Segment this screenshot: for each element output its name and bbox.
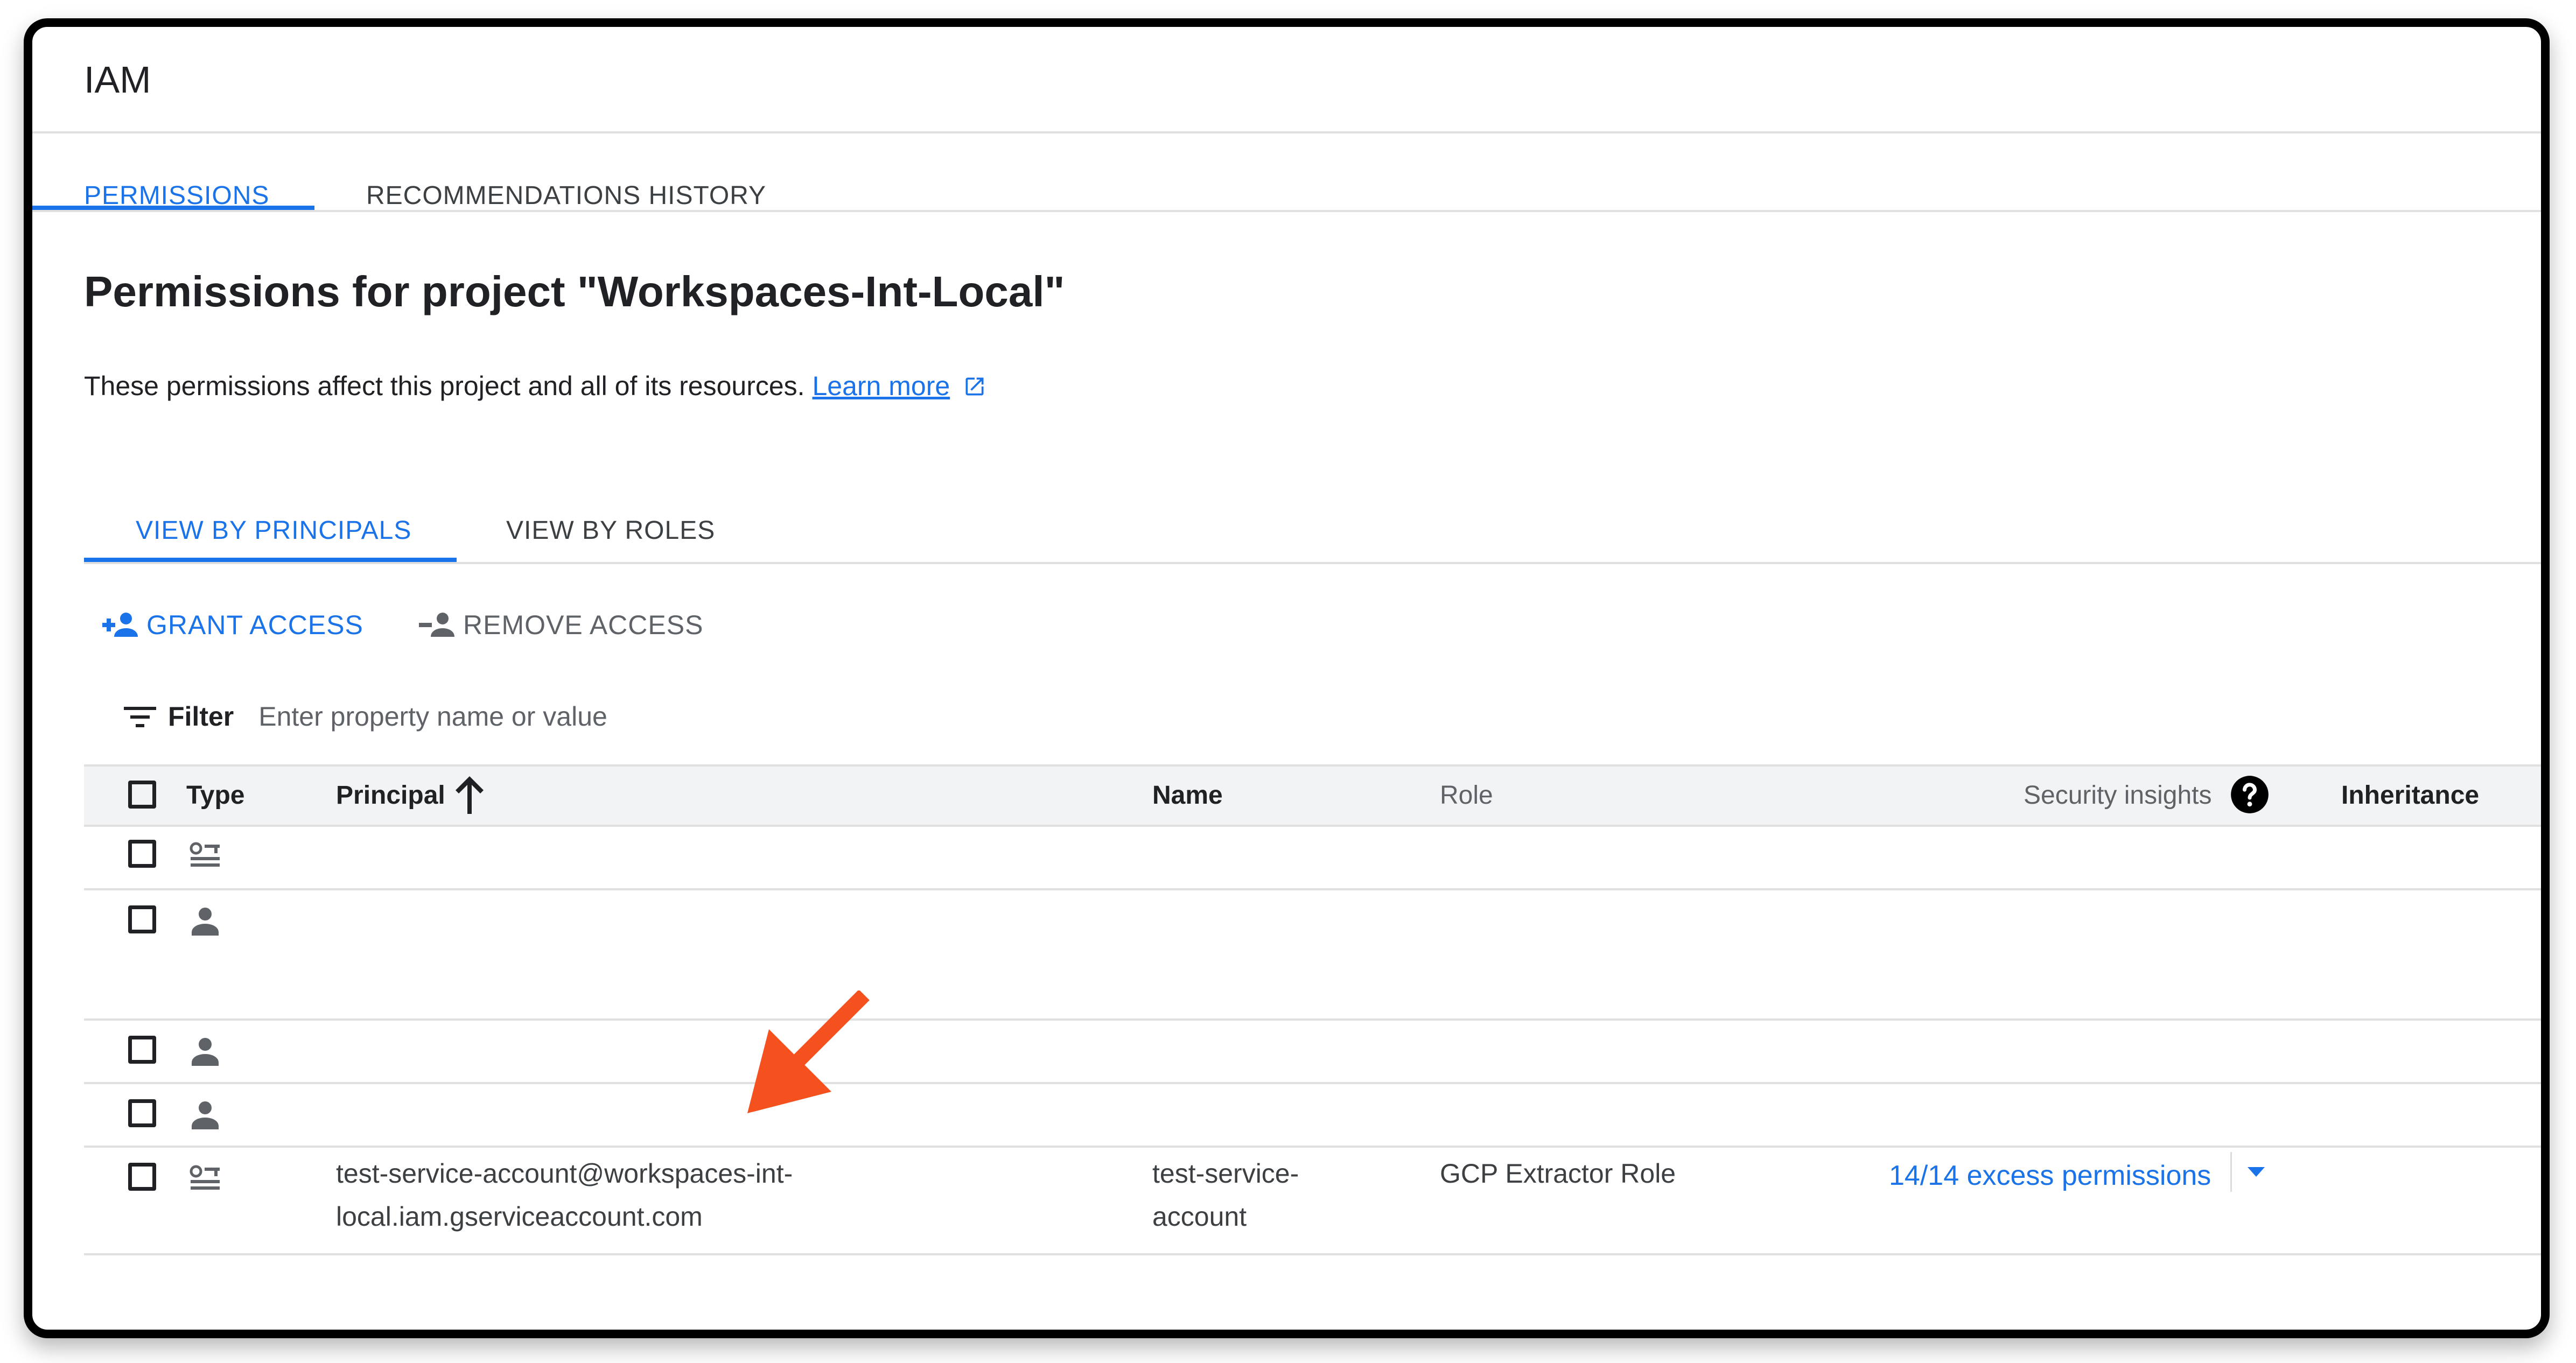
page-title: Permissions for project "Workspaces-Int-… — [84, 268, 1065, 315]
principal-line-2: local.iam.gserviceaccount.com — [336, 1202, 703, 1232]
name-line-1: test-service- — [1152, 1158, 1299, 1189]
sort-ascending-icon[interactable] — [452, 774, 487, 816]
name-line-2: account — [1152, 1202, 1247, 1232]
grant-access-button[interactable]: GRANT ACCESS — [101, 609, 363, 641]
tab-recommendations-history[interactable]: RECOMMENDATIONS HISTORY — [366, 181, 766, 210]
column-header-inheritance[interactable]: Inheritance — [2341, 781, 2479, 810]
column-header-name[interactable]: Name — [1152, 781, 1223, 810]
tabs-divider — [32, 210, 2541, 212]
row-divider — [84, 888, 2541, 890]
service-account-icon — [190, 1165, 220, 1190]
person-icon — [192, 908, 219, 936]
app-title: IAM — [84, 59, 151, 101]
filter-label: Filter — [168, 701, 234, 732]
dropdown-arrow-icon[interactable] — [2245, 1164, 2267, 1180]
excess-permissions-link[interactable]: 14/14 excess permissions — [1889, 1160, 2211, 1191]
remove-access-label: REMOVE ACCESS — [463, 610, 704, 640]
person-icon — [192, 1038, 219, 1066]
annotation-arrow-icon — [747, 990, 870, 1113]
select-all-checkbox[interactable] — [128, 781, 156, 809]
row-checkbox[interactable] — [128, 1099, 156, 1127]
security-insight-cell: 14/14 excess permissions — [1889, 1154, 2211, 1197]
row-checkbox[interactable] — [128, 840, 156, 868]
remove-person-icon — [419, 613, 454, 637]
filter-icon[interactable] — [124, 705, 156, 728]
row-divider — [84, 1146, 2541, 1148]
person-icon — [192, 1101, 219, 1129]
principal-line-1: test-service-account@workspaces-int- — [336, 1158, 793, 1189]
add-person-icon — [102, 613, 138, 637]
name-cell: test-service- account — [1152, 1152, 1299, 1238]
external-link-icon[interactable] — [963, 374, 986, 405]
description-text: These permissions affect this project an… — [84, 371, 805, 401]
role-cell: GCP Extractor Role — [1440, 1158, 1676, 1189]
filter-bar: Filter — [124, 701, 1013, 732]
column-header-type[interactable]: Type — [186, 781, 244, 810]
column-header-security-insights[interactable]: Security insights — [2024, 781, 2211, 810]
table-bottom-border — [84, 1253, 2541, 1255]
column-header-principal[interactable]: Principal — [336, 781, 445, 810]
row-checkbox[interactable] — [128, 1163, 156, 1191]
remove-access-button[interactable]: REMOVE ACCESS — [418, 609, 703, 641]
insight-separator — [2230, 1152, 2232, 1192]
row-checkbox[interactable] — [128, 1036, 156, 1064]
learn-more-link[interactable]: Learn more — [812, 371, 950, 401]
tab-view-by-principals[interactable]: VIEW BY PRINCIPALS — [136, 516, 411, 545]
row-checkbox[interactable] — [128, 905, 156, 933]
row-divider — [84, 1082, 2541, 1084]
table-header-border — [84, 825, 2541, 827]
filter-input[interactable] — [258, 701, 1013, 732]
tab-view-by-roles[interactable]: VIEW BY ROLES — [506, 516, 715, 545]
grant-access-label: GRANT ACCESS — [146, 610, 363, 640]
help-icon[interactable] — [2229, 774, 2270, 815]
column-header-role[interactable]: Role — [1440, 781, 1493, 810]
app-window: IAM PERMISSIONS RECOMMENDATIONS HISTORY … — [24, 18, 2550, 1338]
row-divider — [84, 1018, 2541, 1021]
principal-cell: test-service-account@workspaces-int- loc… — [336, 1152, 793, 1238]
view-tabs-divider — [84, 562, 2541, 564]
page-description: These permissions affect this project an… — [84, 370, 986, 405]
header-divider — [32, 131, 2541, 134]
service-account-icon — [190, 842, 220, 867]
table-top-border — [84, 764, 2541, 767]
